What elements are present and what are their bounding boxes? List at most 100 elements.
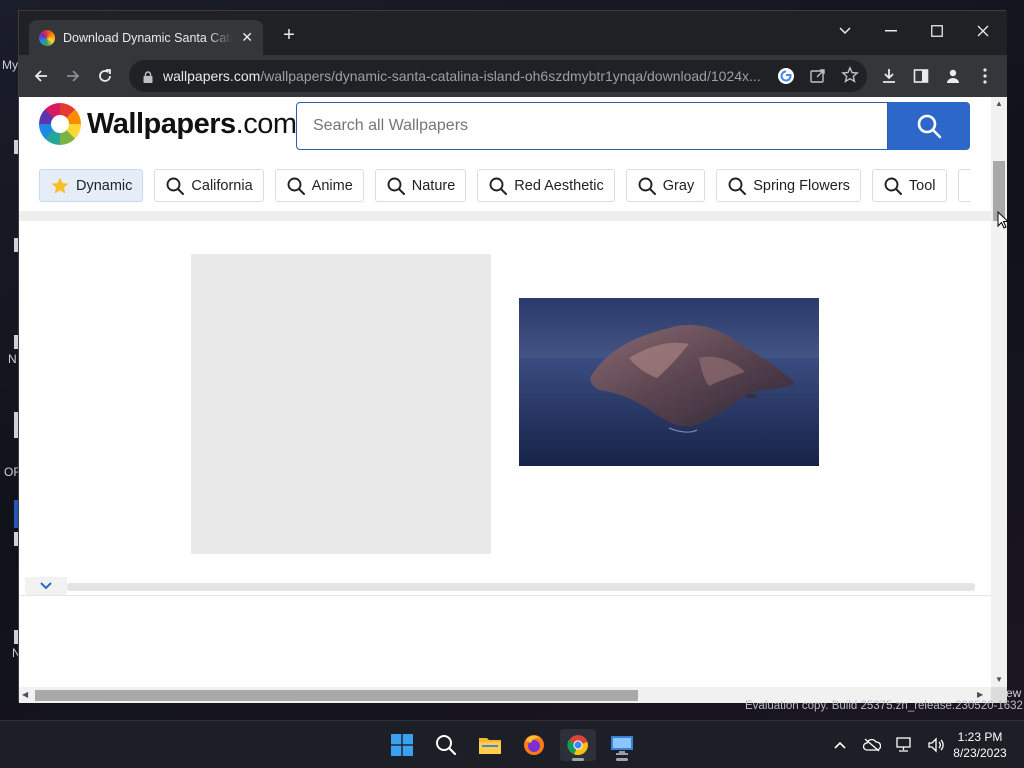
chevron-up-icon xyxy=(834,741,846,749)
tag-chip-california[interactable]: California xyxy=(154,169,264,202)
firefox-app[interactable] xyxy=(516,729,552,761)
search-icon xyxy=(917,114,942,139)
tag-chip-dynamic[interactable]: Dynamic xyxy=(39,169,144,202)
logo-color-wheel-icon xyxy=(39,103,81,145)
tag-label: Gray xyxy=(662,177,695,194)
site-logo[interactable]: Wallpapers.com xyxy=(39,103,297,145)
tag-chip-anime[interactable]: Anime xyxy=(274,169,364,202)
mouse-cursor-icon xyxy=(997,211,1009,229)
folder-icon xyxy=(479,738,501,754)
lock-icon[interactable] xyxy=(143,70,153,83)
tag-chip-spring-flowers[interactable]: Spring Flowers xyxy=(716,169,861,202)
remote-desktop-app[interactable] xyxy=(604,729,640,761)
tag-chip-nature[interactable]: Nature xyxy=(374,169,467,202)
tag-track: Dynamic California Anime Nature Red Aestheti… xyxy=(39,169,970,203)
tag-bar: Dynamic California Anime Nature Red Aestheti… xyxy=(19,159,991,221)
onedrive-icon[interactable] xyxy=(860,733,884,757)
chrome-app[interactable] xyxy=(560,729,596,761)
kebab-menu-icon xyxy=(983,68,987,84)
desktop-icon-label[interactable]: ew xyxy=(1006,686,1021,700)
downloads-button[interactable] xyxy=(877,64,901,88)
browser-window: Download Dynamic Santa Catalina Island W… xyxy=(18,10,1007,703)
windows-watermark: Evaluation copy. Build 25375.zn_release.… xyxy=(745,700,1023,712)
close-icon xyxy=(977,25,989,37)
collapse-toggle[interactable] xyxy=(25,577,67,595)
reload-icon xyxy=(99,69,111,82)
tag-label: Dynamic xyxy=(76,177,133,194)
close-window-button[interactable] xyxy=(963,17,1003,45)
close-tab-icon[interactable]: ✕ xyxy=(241,29,253,46)
minimize-icon xyxy=(885,30,897,32)
tag-label: Tool xyxy=(908,177,936,194)
scroll-down-arrow-icon[interactable]: ▼ xyxy=(995,675,1003,685)
scroll-left-arrow-icon[interactable]: ◀ xyxy=(22,690,28,700)
search-icon xyxy=(488,176,508,196)
start-button[interactable] xyxy=(384,729,420,761)
address-bar[interactable]: wallpapers.com/wallpapers/dynamic-santa-… xyxy=(129,60,867,92)
tag-chip-c[interactable]: C xyxy=(957,169,970,202)
download-icon xyxy=(883,69,895,83)
url-text[interactable]: wallpapers.com/wallpapers/dynamic-santa-… xyxy=(163,68,767,84)
search-icon xyxy=(969,176,970,196)
taskbar-search-button[interactable] xyxy=(428,729,464,761)
horizontal-scroll-thumb[interactable] xyxy=(35,690,638,701)
browser-tab[interactable]: Download Dynamic Santa Catalina Island W… xyxy=(29,20,263,55)
taskbar: 1:23 PM 8/23/2023 xyxy=(0,720,1024,768)
remote-desktop-icon xyxy=(611,736,633,755)
clock-date: 8/23/2023 xyxy=(953,746,1007,760)
clock-time: 1:23 PM xyxy=(957,730,1003,744)
search-input[interactable] xyxy=(296,102,888,150)
tab-strip: Download Dynamic Santa Catalina Island W… xyxy=(19,11,1007,55)
share-icon[interactable] xyxy=(809,67,827,90)
search-icon xyxy=(883,176,903,196)
desktop-icon-label[interactable]: N xyxy=(8,352,17,366)
maximize-button[interactable] xyxy=(917,17,957,45)
show-hidden-icons-button[interactable] xyxy=(828,733,852,757)
side-panel-icon xyxy=(913,69,929,83)
site-header: Wallpapers.com xyxy=(19,97,991,159)
taskbar-clock[interactable]: 1:23 PM 8/23/2023 xyxy=(940,729,1020,761)
vertical-scrollbar[interactable]: ▲ ▼ xyxy=(991,97,1007,687)
content-separator xyxy=(19,595,991,596)
back-arrow-icon xyxy=(34,70,47,82)
back-button[interactable] xyxy=(29,64,53,88)
desktop-icon-label[interactable]: My xyxy=(2,58,18,72)
bookmark-star-icon[interactable] xyxy=(841,66,859,89)
forward-button[interactable] xyxy=(61,64,85,88)
active-app-indicator xyxy=(572,758,584,761)
menu-button[interactable] xyxy=(973,64,997,88)
search-button[interactable] xyxy=(888,102,970,150)
section-divider xyxy=(67,583,975,591)
side-panel-button[interactable] xyxy=(909,64,933,88)
page-viewport: Wallpapers.com Dynamic California Anime Nat… xyxy=(19,97,1007,703)
windows-logo-icon xyxy=(391,734,413,756)
scroll-up-arrow-icon[interactable]: ▲ xyxy=(995,99,1003,109)
new-tab-button[interactable]: + xyxy=(277,23,301,47)
minimize-button[interactable] xyxy=(871,17,911,45)
system-tray xyxy=(828,721,956,768)
chevron-down-icon xyxy=(40,582,52,590)
scroll-right-arrow-icon[interactable]: ▶ xyxy=(977,690,983,700)
search-icon xyxy=(637,176,657,196)
google-lens-icon[interactable] xyxy=(777,67,795,90)
network-icon[interactable] xyxy=(892,733,916,757)
tag-label: Anime xyxy=(311,177,353,194)
search-icon xyxy=(436,735,457,756)
ad-placeholder xyxy=(191,254,491,554)
profile-button[interactable] xyxy=(941,64,965,88)
search-icon xyxy=(386,176,406,196)
tab-search-button[interactable] xyxy=(825,17,865,45)
tab-title: Download Dynamic Santa Catalina Island W… xyxy=(63,30,234,45)
tag-chip-tool[interactable]: Tool xyxy=(871,169,947,202)
reload-button[interactable] xyxy=(93,64,117,88)
tag-label: Nature xyxy=(411,177,456,194)
search-icon xyxy=(165,176,185,196)
profile-icon xyxy=(947,69,959,83)
chrome-icon xyxy=(567,735,588,756)
file-explorer-app[interactable] xyxy=(472,729,508,761)
wallpaper-preview-image[interactable] xyxy=(519,298,819,466)
tag-chip-red-aesthetic[interactable]: Red Aesthetic xyxy=(477,169,615,202)
logo-wordmark: Wallpapers.com xyxy=(87,107,297,140)
search-icon xyxy=(286,176,306,196)
tag-chip-gray[interactable]: Gray xyxy=(625,169,706,202)
